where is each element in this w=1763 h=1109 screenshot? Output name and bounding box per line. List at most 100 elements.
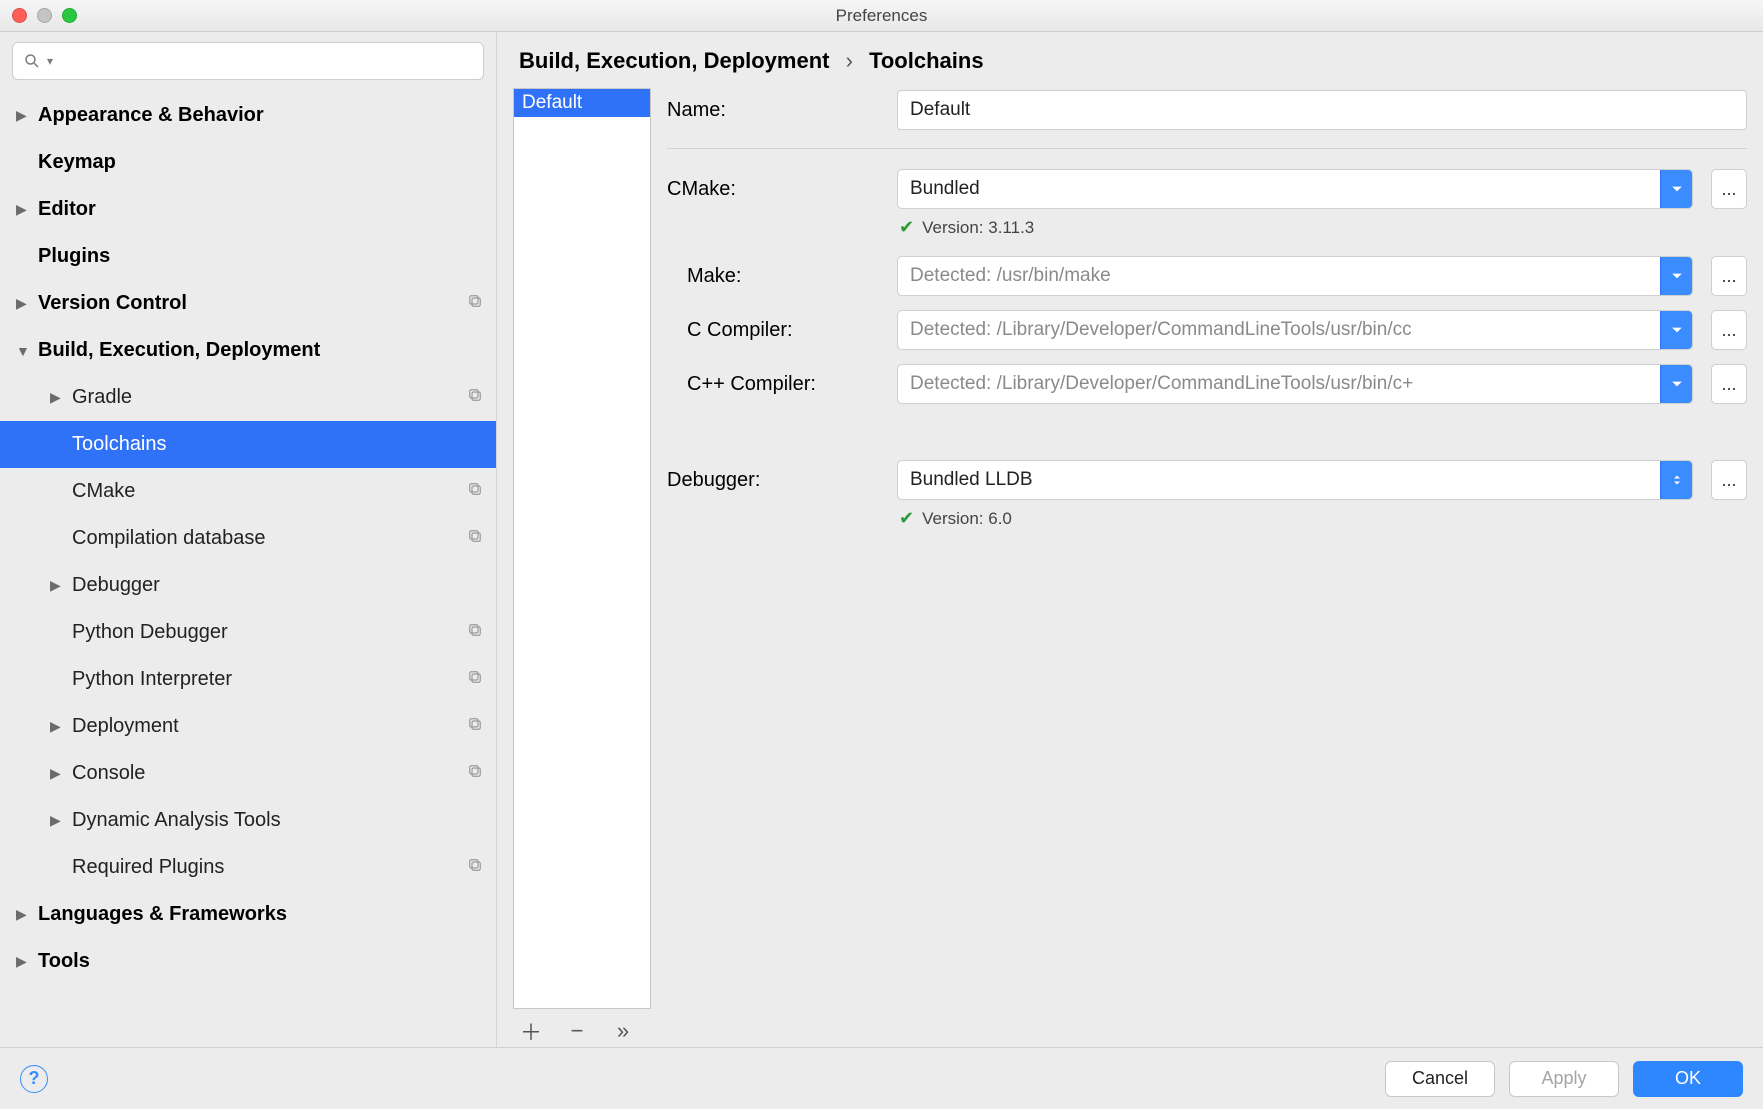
cxx-browse-button[interactable]: ... (1711, 364, 1747, 404)
tree-item-cmake[interactable]: CMake (0, 468, 496, 515)
chevron-down-icon (1660, 170, 1692, 208)
disclosure-closed-icon[interactable]: ▶ (50, 718, 72, 735)
toolchain-list-item[interactable]: Default (514, 89, 650, 117)
breadcrumb-leaf: Toolchains (869, 48, 984, 73)
disclosure-closed-icon[interactable]: ▶ (16, 107, 38, 124)
dialog-footer: ? Cancel Apply OK (0, 1047, 1763, 1109)
search-dropdown-icon[interactable]: ▾ (47, 54, 53, 68)
tree-item-label: Tools (38, 950, 484, 973)
tree-item-dynamic-analysis-tools[interactable]: ▶Dynamic Analysis Tools (0, 797, 496, 844)
debugger-browse-button[interactable]: ... (1711, 460, 1747, 500)
cxx-label: C++ Compiler: (667, 373, 879, 396)
tree-item-python-debugger[interactable]: Python Debugger (0, 609, 496, 656)
sidebar-search[interactable]: ▾ (12, 42, 484, 80)
cxx-combo[interactable]: Detected: /Library/Developer/CommandLine… (897, 364, 1693, 404)
debugger-label: Debugger: (667, 469, 879, 492)
tree-item-label: Required Plugins (72, 856, 466, 879)
cmake-browse-button[interactable]: ... (1711, 169, 1747, 209)
main-panel: Build, Execution, Deployment › Toolchain… (497, 32, 1763, 1047)
tree-item-label: Toolchains (72, 433, 484, 456)
tree-item-tools[interactable]: ▶Tools (0, 938, 496, 985)
project-scope-icon (466, 668, 484, 691)
sidebar-search-input[interactable] (59, 51, 473, 71)
disclosure-closed-icon[interactable]: ▶ (16, 201, 38, 218)
project-scope-icon (466, 715, 484, 738)
cc-placeholder: Detected: /Library/Developer/CommandLine… (898, 319, 1660, 341)
apply-button[interactable]: Apply (1509, 1061, 1619, 1097)
cxx-placeholder: Detected: /Library/Developer/CommandLine… (898, 373, 1660, 395)
disclosure-closed-icon[interactable]: ▶ (16, 953, 38, 970)
chevron-down-icon (1660, 257, 1692, 295)
help-button[interactable]: ? (20, 1065, 48, 1093)
tree-item-build-execution-deployment[interactable]: ▼Build, Execution, Deployment (0, 327, 496, 374)
tree-item-label: Dynamic Analysis Tools (72, 809, 484, 832)
preferences-tree: ▶Appearance & BehaviorKeymap▶EditorPlugi… (0, 88, 496, 1047)
project-scope-icon (466, 621, 484, 644)
cmake-value: Bundled (898, 178, 1660, 200)
debugger-value: Bundled LLDB (898, 469, 1660, 491)
name-label: Name: (667, 99, 879, 122)
tree-item-plugins[interactable]: Plugins (0, 233, 496, 280)
project-scope-icon (466, 762, 484, 785)
breadcrumb-root[interactable]: Build, Execution, Deployment (519, 48, 829, 73)
preferences-sidebar: ▾ ▶Appearance & BehaviorKeymap▶EditorPlu… (0, 32, 497, 1047)
disclosure-closed-icon[interactable]: ▶ (16, 295, 38, 312)
titlebar: Preferences (0, 0, 1763, 32)
add-toolchain-button[interactable]: ＋ (519, 1015, 543, 1047)
project-scope-icon (466, 386, 484, 409)
tree-item-editor[interactable]: ▶Editor (0, 186, 496, 233)
chevron-down-icon (1660, 365, 1692, 403)
project-scope-icon (466, 292, 484, 315)
tree-item-appearance-behavior[interactable]: ▶Appearance & Behavior (0, 92, 496, 139)
more-toolchain-button[interactable]: » (611, 1018, 635, 1044)
cc-browse-button[interactable]: ... (1711, 310, 1747, 350)
chevron-down-icon (1660, 311, 1692, 349)
tree-item-label: CMake (72, 480, 466, 503)
tree-item-console[interactable]: ▶Console (0, 750, 496, 797)
cc-combo[interactable]: Detected: /Library/Developer/CommandLine… (897, 310, 1693, 350)
tree-item-label: Languages & Frameworks (38, 903, 484, 926)
tree-item-debugger[interactable]: ▶Debugger (0, 562, 496, 609)
tree-item-languages-frameworks[interactable]: ▶Languages & Frameworks (0, 891, 496, 938)
disclosure-closed-icon[interactable]: ▶ (16, 906, 38, 923)
project-scope-icon (466, 480, 484, 503)
toolchain-list[interactable]: Default (513, 88, 651, 1009)
project-scope-icon (466, 856, 484, 879)
tree-item-label: Console (72, 762, 466, 785)
tree-item-label: Python Interpreter (72, 668, 466, 691)
disclosure-closed-icon[interactable]: ▶ (50, 812, 72, 829)
tree-item-label: Build, Execution, Deployment (38, 339, 484, 362)
make-placeholder: Detected: /usr/bin/make (898, 265, 1660, 287)
disclosure-open-icon[interactable]: ▼ (16, 343, 38, 359)
check-icon: ✔ (899, 508, 914, 529)
tree-item-python-interpreter[interactable]: Python Interpreter (0, 656, 496, 703)
tree-item-label: Appearance & Behavior (38, 104, 484, 127)
tree-item-required-plugins[interactable]: Required Plugins (0, 844, 496, 891)
make-browse-button[interactable]: ... (1711, 256, 1747, 296)
tree-item-version-control[interactable]: ▶Version Control (0, 280, 496, 327)
window-title: Preferences (0, 6, 1763, 26)
tree-item-deployment[interactable]: ▶Deployment (0, 703, 496, 750)
cancel-button[interactable]: Cancel (1385, 1061, 1495, 1097)
tree-item-compilation-database[interactable]: Compilation database (0, 515, 496, 562)
tree-item-label: Deployment (72, 715, 466, 738)
tree-item-label: Plugins (38, 245, 484, 268)
tree-item-label: Version Control (38, 292, 466, 315)
ok-button[interactable]: OK (1633, 1061, 1743, 1097)
check-icon: ✔ (899, 217, 914, 238)
toolchain-list-column: Default ＋ − » (513, 88, 651, 1047)
tree-item-keymap[interactable]: Keymap (0, 139, 496, 186)
tree-item-label: Debugger (72, 574, 484, 597)
tree-item-gradle[interactable]: ▶Gradle (0, 374, 496, 421)
disclosure-closed-icon[interactable]: ▶ (50, 765, 72, 782)
disclosure-closed-icon[interactable]: ▶ (50, 389, 72, 406)
tree-item-label: Gradle (72, 386, 466, 409)
make-combo[interactable]: Detected: /usr/bin/make (897, 256, 1693, 296)
remove-toolchain-button[interactable]: − (565, 1018, 589, 1044)
cmake-label: CMake: (667, 178, 879, 201)
disclosure-closed-icon[interactable]: ▶ (50, 577, 72, 594)
cmake-combo[interactable]: Bundled (897, 169, 1693, 209)
debugger-combo[interactable]: Bundled LLDB (897, 460, 1693, 500)
tree-item-toolchains[interactable]: Toolchains (0, 421, 496, 468)
name-input[interactable] (897, 90, 1747, 130)
